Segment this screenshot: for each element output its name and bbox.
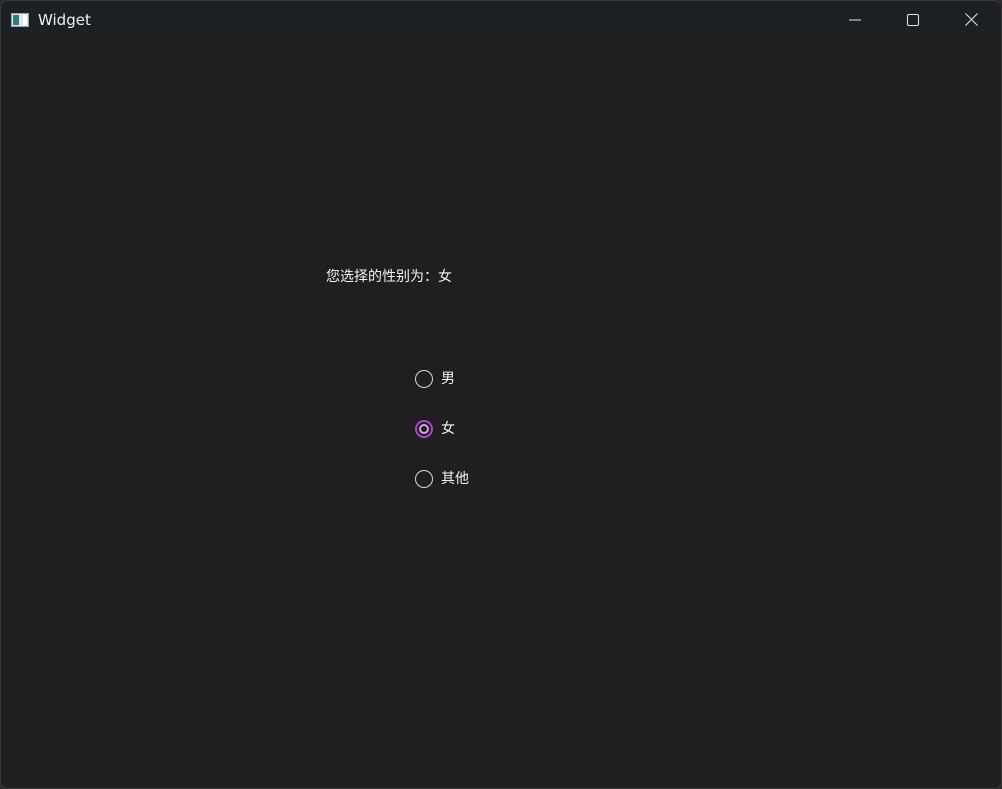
radio-indicator[interactable] <box>415 470 433 488</box>
app-window: Widget 您选择的性别为：女 男 女 其他 <box>0 0 1002 789</box>
maximize-icon <box>907 13 919 26</box>
radio-female[interactable]: 女 <box>415 418 455 440</box>
minimize-icon <box>849 14 861 26</box>
minimize-button[interactable] <box>826 1 884 38</box>
radio-indicator-checked[interactable] <box>415 420 433 438</box>
radio-male-label[interactable]: 男 <box>441 369 455 389</box>
radio-other-label[interactable]: 其他 <box>441 469 469 489</box>
radio-indicator[interactable] <box>415 370 433 388</box>
radio-other[interactable]: 其他 <box>415 468 469 490</box>
widget-client-area: 您选择的性别为：女 男 女 其他 <box>1 38 1001 788</box>
maximize-button[interactable] <box>884 1 942 38</box>
radio-male[interactable]: 男 <box>415 368 455 390</box>
selected-gender-label: 您选择的性别为：女 <box>326 269 452 285</box>
close-icon <box>964 13 978 26</box>
close-button[interactable] <box>942 1 1000 38</box>
app-window-icon <box>11 12 29 27</box>
title-bar[interactable]: Widget <box>1 1 1001 38</box>
radio-female-label[interactable]: 女 <box>441 419 455 439</box>
window-title: Widget <box>38 11 91 29</box>
